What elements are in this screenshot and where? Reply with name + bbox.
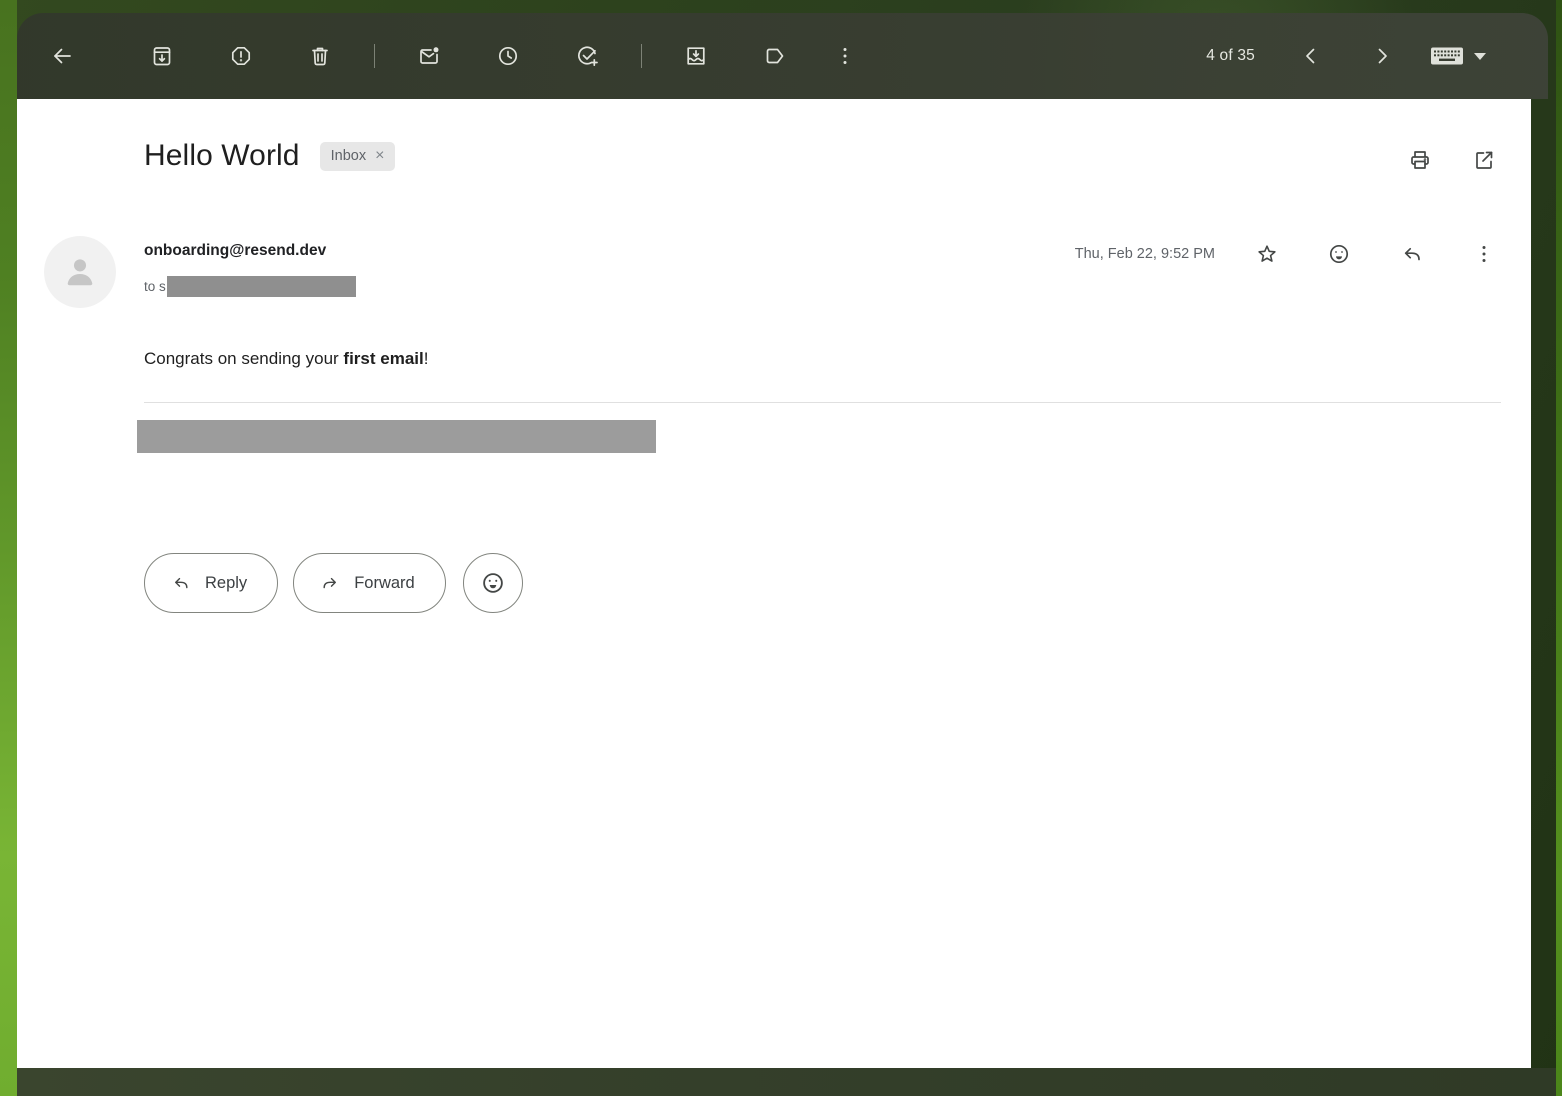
- recipient-prefix: to s: [144, 279, 166, 294]
- star-icon: [1255, 242, 1279, 266]
- pagination-counter: 4 of 35: [1206, 47, 1255, 65]
- print-button[interactable]: [1396, 136, 1444, 184]
- wallpaper-right-highlight: [1556, 0, 1562, 1096]
- move-to-button[interactable]: [672, 32, 720, 80]
- print-icon: [1408, 148, 1432, 172]
- forward-arrow-icon: [320, 573, 340, 593]
- add-to-tasks-button[interactable]: [563, 32, 611, 80]
- message-more-button[interactable]: [1460, 230, 1508, 278]
- email-subject: Hello World: [144, 139, 300, 173]
- message-meta-row: Thu, Feb 22, 9:52 PM: [1075, 230, 1508, 278]
- body-text: Congrats on sending your: [144, 349, 343, 368]
- delete-button[interactable]: [296, 32, 344, 80]
- next-email-button[interactable]: [1358, 32, 1406, 80]
- more-options-button[interactable]: [821, 32, 869, 80]
- archive-button[interactable]: [138, 32, 186, 80]
- smiley-icon: [480, 570, 506, 596]
- message-panel: Hello World Inbox × onboarding@r: [17, 99, 1531, 1068]
- more-vertical-icon: [833, 44, 857, 68]
- redacted-signature: [137, 420, 656, 453]
- message-body: Congrats on sending your first email!: [144, 349, 428, 369]
- redacted-recipient: [167, 276, 356, 297]
- mark-unread-icon: [417, 44, 441, 68]
- forward-button[interactable]: Forward: [293, 553, 446, 613]
- body-suffix: !: [424, 349, 429, 368]
- labels-button[interactable]: [751, 32, 799, 80]
- mail-toolbar: 4 of 35: [17, 13, 1548, 99]
- subject-row: Hello World Inbox ×: [144, 139, 395, 173]
- open-in-new-button[interactable]: [1460, 136, 1508, 184]
- snooze-button[interactable]: [484, 32, 532, 80]
- more-vertical-icon: [1472, 242, 1496, 266]
- message-tools: [1396, 136, 1508, 184]
- separator-line: [144, 402, 1501, 403]
- emoji-reaction-button[interactable]: [1315, 230, 1363, 278]
- quick-actions: Reply Forward: [144, 553, 523, 613]
- inbox-label-chip[interactable]: Inbox ×: [320, 142, 396, 171]
- chevron-left-icon: [1299, 44, 1323, 68]
- keyboard-icon: [1430, 44, 1464, 68]
- reply-arrow-icon: [1400, 242, 1424, 266]
- person-icon: [58, 250, 102, 294]
- toolbar-divider: [374, 44, 375, 68]
- chevron-right-icon: [1370, 44, 1394, 68]
- add-to-tasks-icon: [575, 44, 599, 68]
- remove-label-icon[interactable]: ×: [375, 148, 384, 164]
- labels-icon: [763, 44, 787, 68]
- smiley-icon: [1327, 242, 1351, 266]
- forward-label: Forward: [354, 574, 415, 593]
- reply-label: Reply: [205, 574, 247, 593]
- open-in-new-icon: [1472, 148, 1496, 172]
- toolbar-divider: [641, 44, 642, 68]
- back-arrow-icon: [50, 44, 74, 68]
- archive-icon: [150, 44, 174, 68]
- report-spam-button[interactable]: [217, 32, 265, 80]
- wallpaper-bottom-band: [17, 1068, 1556, 1096]
- message-date: Thu, Feb 22, 9:52 PM: [1075, 246, 1215, 262]
- reply-arrow-icon: [171, 573, 191, 593]
- delete-icon: [308, 44, 332, 68]
- previous-email-button[interactable]: [1287, 32, 1335, 80]
- add-reaction-button[interactable]: [463, 553, 523, 613]
- caret-down-icon: [1473, 52, 1487, 61]
- star-button[interactable]: [1243, 230, 1291, 278]
- reply-button-header[interactable]: [1388, 230, 1436, 278]
- recipient-row[interactable]: to s: [144, 276, 356, 297]
- move-to-icon: [684, 44, 708, 68]
- sender-avatar[interactable]: [44, 236, 116, 308]
- back-button[interactable]: [38, 32, 86, 80]
- sender-address[interactable]: onboarding@resend.dev: [144, 242, 326, 260]
- report-spam-icon: [229, 44, 253, 68]
- input-tools-button[interactable]: [1422, 32, 1494, 80]
- reply-button[interactable]: Reply: [144, 553, 278, 613]
- body-bold-text: first email: [343, 349, 423, 368]
- wallpaper-left-highlight: [0, 0, 17, 1096]
- snooze-icon: [496, 44, 520, 68]
- mark-unread-button[interactable]: [405, 32, 453, 80]
- toolbar-right-group: 4 of 35: [1206, 13, 1548, 99]
- inbox-label-text: Inbox: [331, 148, 366, 164]
